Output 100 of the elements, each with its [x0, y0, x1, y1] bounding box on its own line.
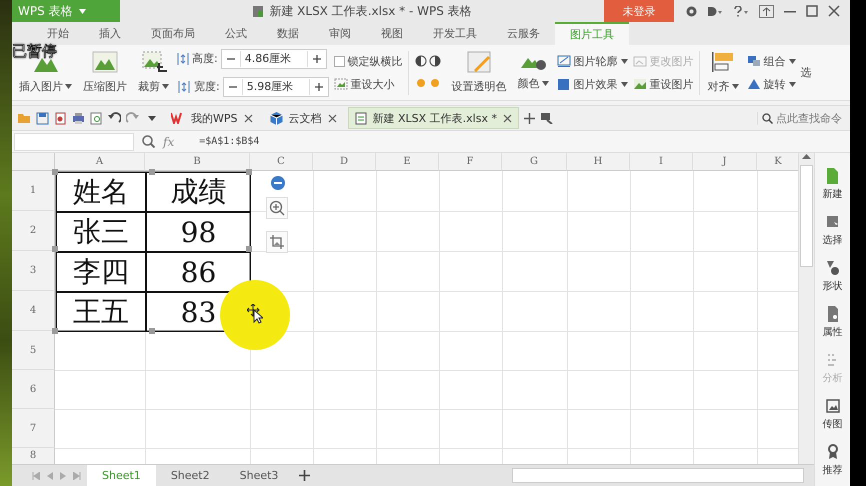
- document-tab[interactable]: 云文档: [264, 107, 342, 129]
- set-transparent-button[interactable]: 设置透明色: [448, 51, 510, 94]
- menu-tab[interactable]: 数据: [262, 22, 314, 45]
- column-header[interactable]: H: [567, 153, 630, 171]
- rotate-button[interactable]: 旋转: [746, 76, 796, 92]
- login-button[interactable]: 未登录: [604, 0, 674, 22]
- compress-picture-button[interactable]: 压缩图片: [80, 51, 130, 94]
- row-header[interactable]: 7: [12, 409, 55, 448]
- side-panel-button[interactable]: 选择: [822, 213, 842, 247]
- side-panel-button[interactable]: 新建: [822, 167, 842, 201]
- reset-picture-button[interactable]: 重设图片: [632, 76, 694, 92]
- select-button[interactable]: 选: [800, 65, 812, 80]
- zoom-in-button[interactable]: [266, 197, 288, 219]
- crop-icon: [140, 51, 166, 73]
- landscape-icon: [632, 78, 647, 90]
- menu-tab[interactable]: 开发工具: [418, 22, 492, 45]
- transparency-icon: [466, 51, 492, 73]
- width-label: 宽度:: [194, 79, 220, 94]
- side-panel-button[interactable]: 推荐: [822, 443, 842, 477]
- column-header[interactable]: F: [439, 153, 502, 171]
- column-header[interactable]: C: [250, 153, 313, 171]
- group-button[interactable]: 组合: [746, 54, 796, 68]
- resize-icon: [334, 78, 348, 90]
- crop-button[interactable]: 裁剪: [135, 51, 172, 94]
- row-header[interactable]: 8: [12, 448, 55, 464]
- side-panel-button[interactable]: 传图: [822, 397, 842, 431]
- collapse-icon: [270, 175, 286, 191]
- restore-icon: [759, 4, 774, 18]
- lock-ratio-checkbox[interactable]: 锁定纵横比: [334, 54, 403, 68]
- formula-field[interactable]: =$A$1:$B$4: [197, 135, 850, 148]
- height-field[interactable]: 4.86厘米: [220, 48, 327, 68]
- column-header[interactable]: J: [693, 153, 757, 171]
- reset-size-button[interactable]: 重设大小: [334, 76, 403, 92]
- redo-icon: [126, 112, 139, 124]
- menu-tab[interactable]: 开始: [32, 22, 84, 45]
- picture-table-text: 98: [146, 212, 251, 252]
- resize-handle[interactable]: [52, 246, 58, 252]
- resize-handle[interactable]: [149, 328, 155, 334]
- resize-handle[interactable]: [52, 328, 58, 334]
- column-header[interactable]: K: [757, 153, 798, 171]
- document-tab[interactable]: 我的WPS: [165, 107, 258, 129]
- column-header[interactable]: E: [376, 153, 439, 171]
- column-header[interactable]: D: [313, 153, 376, 171]
- command-search-field[interactable]: 点此查找命令: [757, 112, 850, 124]
- close-icon: [502, 114, 512, 122]
- resize-handle[interactable]: [52, 169, 58, 175]
- select-all-corner[interactable]: [12, 153, 55, 171]
- picture-table-text: 成绩: [146, 172, 251, 212]
- row-header[interactable]: 6: [12, 370, 55, 409]
- caret-icon: [162, 84, 169, 89]
- crop-picture-button[interactable]: [266, 231, 288, 253]
- next-sheet-icon: [60, 472, 66, 480]
- row-header[interactable]: 4: [12, 291, 55, 331]
- search-icon: [762, 112, 773, 124]
- sheet-tab[interactable]: Sheet2: [156, 465, 225, 486]
- align-button[interactable]: 对齐: [704, 51, 742, 94]
- skin-icon: [686, 6, 697, 16]
- document-tab[interactable]: 新建 XLSX 工作表.xlsx *: [348, 107, 519, 129]
- menu-tab[interactable]: 审阅: [314, 22, 366, 45]
- row-header[interactable]: 5: [12, 331, 55, 370]
- close-icon: [828, 5, 840, 17]
- caret-icon: [620, 58, 628, 64]
- last-sheet-icon: [73, 472, 81, 480]
- side-panel-button[interactable]: 属性: [822, 305, 842, 339]
- column-header[interactable]: G: [502, 153, 567, 171]
- resize-handle[interactable]: [149, 169, 155, 175]
- picture-outline-button[interactable]: 图片轮廓: [556, 54, 628, 68]
- row-header[interactable]: 2: [12, 211, 55, 251]
- menu-tab[interactable]: 图片工具: [555, 22, 629, 45]
- sheet-tab[interactable]: Sheet3: [224, 465, 294, 486]
- column-header[interactable]: I: [630, 153, 693, 171]
- row-header[interactable]: 1: [12, 171, 55, 211]
- menu-tab[interactable]: 页面布局: [136, 22, 210, 45]
- file-icon: [252, 4, 264, 18]
- name-box[interactable]: [14, 132, 134, 150]
- menu-tab[interactable]: 视图: [366, 22, 418, 45]
- zoom-in-icon: [269, 200, 285, 216]
- picture-effects-button[interactable]: 图片效果: [556, 76, 628, 92]
- color-button[interactable]: 颜色: [514, 54, 552, 91]
- menu-tab[interactable]: 插入: [84, 22, 136, 45]
- column-header[interactable]: B: [145, 153, 250, 171]
- app-menu-button[interactable]: WPS 表格: [12, 0, 120, 22]
- table-picture[interactable]: 姓名 成绩 张三 98 李四 86 王五 83: [55, 171, 250, 331]
- column-header[interactable]: A: [55, 153, 145, 171]
- vertical-scrollbar[interactable]: [798, 153, 814, 464]
- menu-tab[interactable]: 公式: [210, 22, 262, 45]
- caret-icon: [788, 58, 796, 64]
- menu-tab[interactable]: 云服务: [492, 22, 555, 45]
- close-icon: [244, 114, 252, 122]
- sheet-tab[interactable]: Sheet1: [87, 465, 156, 486]
- row-header[interactable]: 3: [12, 251, 55, 291]
- plus-icon: [299, 470, 310, 481]
- align-icon: [711, 51, 736, 73]
- resize-handle[interactable]: [246, 246, 252, 252]
- caret-icon: [65, 84, 72, 89]
- side-panel-button[interactable]: 形状: [822, 259, 842, 293]
- width-field[interactable]: 5.98厘米: [222, 76, 329, 96]
- w-logo-icon: [171, 112, 185, 124]
- resize-handle[interactable]: [246, 169, 252, 175]
- horizontal-scrollbar[interactable]: [512, 468, 804, 483]
